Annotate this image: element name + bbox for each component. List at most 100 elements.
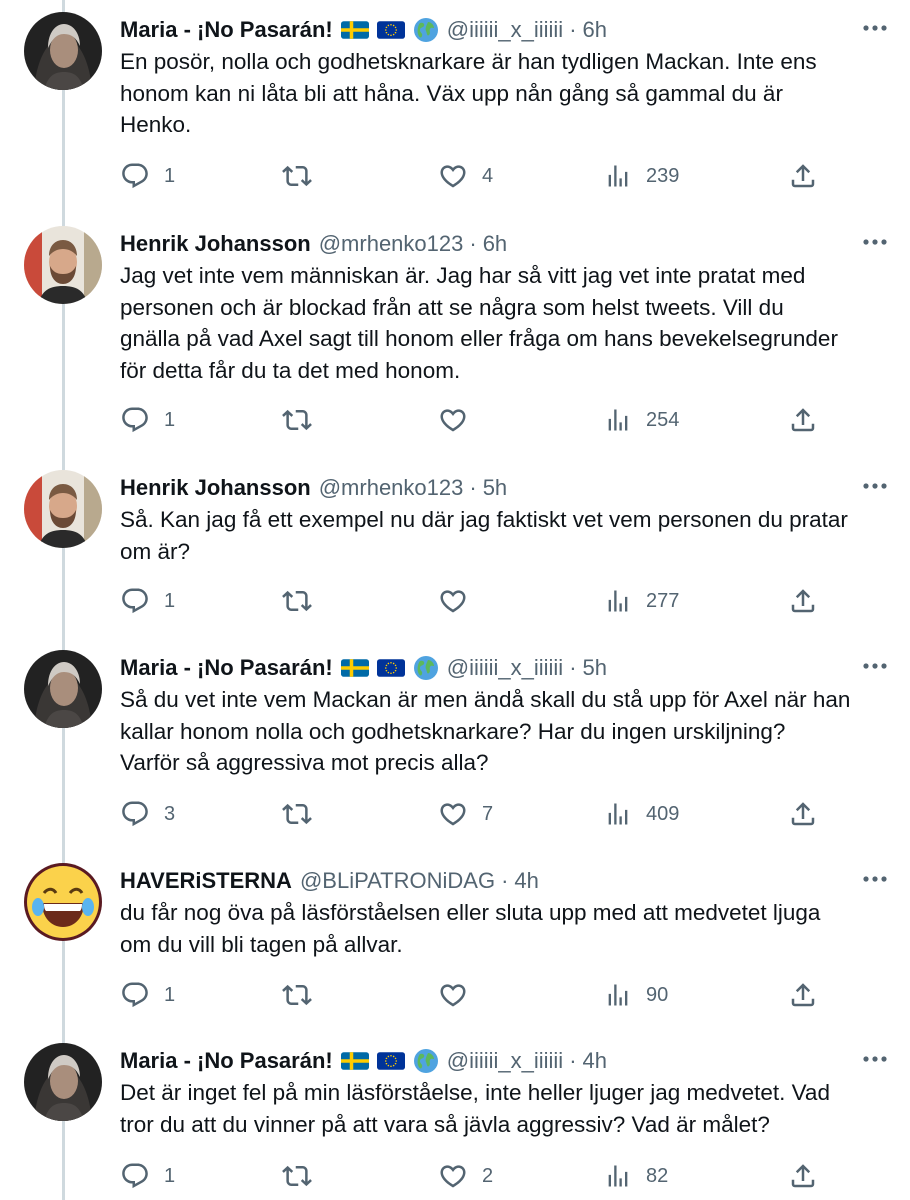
like-button[interactable] [438, 581, 482, 621]
tweet[interactable]: HAVERiSTERNA @BLiPATRONiDAG · 4h du får nog … [0, 863, 910, 1019]
display-name[interactable]: HAVERiSTERNA [120, 867, 292, 895]
view-count: 82 [646, 1164, 669, 1187]
more-options-icon[interactable] [860, 474, 890, 498]
like-icon [438, 161, 468, 191]
share-button[interactable] [788, 156, 818, 196]
retweet-button[interactable] [282, 975, 326, 1015]
like-button[interactable]: 4 [438, 156, 493, 196]
avatar[interactable] [24, 650, 102, 728]
reply-button[interactable]: 1 [120, 581, 175, 621]
share-button[interactable] [788, 794, 818, 834]
timestamp[interactable]: 4h [514, 867, 538, 895]
views-icon [604, 587, 632, 615]
user-handle[interactable]: @iiiiii_x_iiiiii [447, 1047, 563, 1075]
display-name[interactable]: Maria - ¡No Pasarán! [120, 1047, 333, 1075]
avatar[interactable] [24, 1043, 102, 1121]
timestamp[interactable]: 5h [483, 474, 507, 502]
avatar[interactable] [24, 12, 102, 90]
display-name[interactable]: Maria - ¡No Pasarán! [120, 16, 333, 44]
reply-button[interactable]: 3 [120, 794, 175, 834]
reply-button[interactable]: 1 [120, 975, 175, 1015]
tweet-actions: 1 4 239 [120, 156, 830, 196]
separator-dot: · [469, 475, 477, 500]
retweet-button[interactable] [282, 794, 326, 834]
views-button[interactable]: 254 [604, 400, 679, 440]
avatar[interactable] [24, 863, 102, 941]
reply-icon [120, 586, 150, 616]
more-options-icon[interactable] [860, 230, 890, 254]
retweet-button[interactable] [282, 1156, 326, 1196]
tweet-text: Så. Kan jag få ett exempel nu där jag fa… [120, 507, 848, 564]
separator-dot: · [569, 17, 577, 42]
swedish-flag-icon [340, 1051, 369, 1071]
like-count: 4 [482, 164, 494, 187]
reply-icon [120, 799, 150, 829]
views-button[interactable]: 82 [604, 1156, 668, 1196]
avatar[interactable] [24, 226, 102, 304]
views-icon [604, 406, 632, 434]
user-handle[interactable]: @mrhenko123 [319, 230, 464, 258]
retweet-icon [282, 980, 312, 1010]
tweet[interactable]: Henrik Johansson @mrhenko123 · 6h Jag vet in… [0, 226, 910, 444]
reply-button[interactable]: 1 [120, 156, 175, 196]
tweet-actions: 3 7 409 [120, 794, 830, 834]
reply-button[interactable]: 1 [120, 400, 175, 440]
retweet-button[interactable] [282, 400, 326, 440]
tweet[interactable]: Maria - ¡No Pasarán! @iiiiii_x_iiiiii · 4h D… [0, 1043, 910, 1200]
tweet-text: Jag vet inte vem människan är. Jag har s… [120, 263, 838, 383]
separator-dot: · [569, 1048, 577, 1073]
more-options-icon[interactable] [860, 654, 890, 678]
share-button[interactable] [788, 1156, 818, 1196]
reply-icon [120, 1161, 150, 1191]
globe-icon [413, 17, 439, 43]
display-name[interactable]: Henrik Johansson [120, 230, 311, 258]
eu-flag-icon [376, 20, 405, 40]
timestamp[interactable]: 5h [583, 654, 607, 682]
like-button[interactable]: 7 [438, 794, 493, 834]
like-button[interactable]: 2 [438, 1156, 493, 1196]
views-button[interactable]: 277 [604, 581, 679, 621]
like-button[interactable] [438, 975, 482, 1015]
retweet-icon [282, 405, 312, 435]
views-icon [604, 981, 632, 1009]
tweet[interactable]: Maria - ¡No Pasarán! @iiiiii_x_iiiiii · 5h S… [0, 650, 910, 838]
swedish-flag-icon [340, 20, 369, 40]
timestamp[interactable]: 6h [483, 230, 507, 258]
separator-dot: · [501, 868, 509, 893]
more-options-icon[interactable] [860, 867, 890, 891]
tweet-header: Henrik Johansson @mrhenko123 · 6h [120, 226, 890, 262]
reply-button[interactable]: 1 [120, 1156, 175, 1196]
reply-icon [120, 980, 150, 1010]
tweet[interactable]: Maria - ¡No Pasarán! @iiiiii_x_iiiiii · 6h E… [0, 12, 910, 200]
tweet-text: Det är inget fel på min läsförståelse, i… [120, 1080, 830, 1137]
share-button[interactable] [788, 400, 818, 440]
views-button[interactable]: 409 [604, 794, 679, 834]
tweet-text: Så du vet inte vem Mackan är men ändå sk… [120, 687, 851, 775]
display-name[interactable]: Maria - ¡No Pasarán! [120, 654, 333, 682]
retweet-button[interactable] [282, 581, 326, 621]
retweet-button[interactable] [282, 156, 326, 196]
timestamp[interactable]: 6h [583, 16, 607, 44]
views-button[interactable]: 239 [604, 156, 679, 196]
more-options-icon[interactable] [860, 1047, 890, 1071]
like-icon [438, 799, 468, 829]
like-icon [438, 586, 468, 616]
user-handle[interactable]: @iiiiii_x_iiiiii [447, 16, 563, 44]
display-name[interactable]: Henrik Johansson [120, 474, 311, 502]
share-button[interactable] [788, 975, 818, 1015]
views-button[interactable]: 90 [604, 975, 668, 1015]
tweet[interactable]: Henrik Johansson @mrhenko123 · 5h Så. Kan ja… [0, 470, 910, 625]
timestamp[interactable]: 4h [583, 1047, 607, 1075]
tweet-actions: 1 2 82 [120, 1156, 830, 1196]
user-handle[interactable]: @BLiPATRONiDAG [300, 867, 495, 895]
more-options-icon[interactable] [860, 16, 890, 40]
user-handle[interactable]: @mrhenko123 [319, 474, 464, 502]
share-icon [788, 1161, 818, 1191]
like-button[interactable] [438, 400, 482, 440]
user-handle[interactable]: @iiiiii_x_iiiiii [447, 654, 563, 682]
share-icon [788, 161, 818, 191]
avatar[interactable] [24, 470, 102, 548]
share-button[interactable] [788, 581, 818, 621]
eu-flag-icon [376, 1051, 405, 1071]
share-icon [788, 405, 818, 435]
